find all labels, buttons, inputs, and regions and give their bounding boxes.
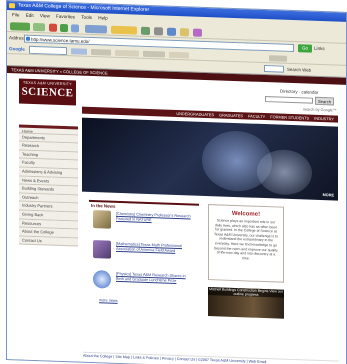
popup-blocker-icon[interactable] xyxy=(115,49,139,57)
forward-button-icon[interactable] xyxy=(33,22,45,32)
menu-view[interactable]: View xyxy=(40,13,50,18)
news-section: In the News [Chemistry] Chemistry Profes… xyxy=(89,199,199,304)
refresh-icon[interactable] xyxy=(60,23,68,33)
google-search-button-icon[interactable] xyxy=(71,48,87,55)
edit-icon[interactable] xyxy=(180,28,189,37)
sidebar-nav: Home Departments Research Teaching Facul… xyxy=(19,124,78,247)
news-thumbnail xyxy=(93,270,111,289)
building-caption[interactable]: Mitchell Buildings Construction Begins V… xyxy=(208,287,284,298)
mail-icon[interactable] xyxy=(154,27,163,36)
search-by-google: search by Google™ xyxy=(303,107,337,113)
pagerank-icon xyxy=(91,48,111,56)
news-item[interactable]: [Chemistry] Chemistry Professor's Resear… xyxy=(89,207,199,241)
search-icon[interactable] xyxy=(85,24,107,34)
messenger-icon[interactable] xyxy=(193,28,202,37)
more-news-link[interactable]: more news xyxy=(99,298,118,303)
menu-file[interactable]: File xyxy=(12,12,19,17)
news-link[interactable]: [Mathematics] Texas Math Professional As… xyxy=(116,242,192,254)
page-viewport: TEXAS A&M UNIVERSITY » COLLEGE OF SCIENC… xyxy=(7,65,347,364)
back-button-icon[interactable] xyxy=(10,22,30,31)
nav-graduates[interactable]: GRADUATES xyxy=(219,111,243,119)
go-button[interactable]: Go xyxy=(298,44,312,53)
menu-edit[interactable]: Edit xyxy=(26,13,34,18)
footer-links[interactable]: About the College | Site Map | Links & P… xyxy=(83,351,339,364)
links-label[interactable]: Links xyxy=(314,44,325,54)
stop-icon[interactable] xyxy=(49,23,57,32)
nav-undergraduates[interactable]: UNDERGRADUATES xyxy=(176,110,214,118)
print-icon[interactable] xyxy=(167,27,176,36)
menu-tools[interactable]: Tools xyxy=(81,15,92,20)
browser-window: Texas A&M College of Science - Microsoft… xyxy=(6,0,347,364)
menu-favorites[interactable]: Favorites xyxy=(56,14,75,20)
nav-former-students[interactable]: FORMER STUDENTS xyxy=(270,113,309,121)
college-logo[interactable]: TEXAS A&M UNIVERSITY SCIENCE xyxy=(19,78,76,106)
nav-industry[interactable]: INDUSTRY xyxy=(314,115,334,123)
hero-image[interactable]: MORE xyxy=(82,117,338,201)
news-item[interactable]: [Physics] Texas A&M Research Shares in B… xyxy=(89,267,199,301)
google-search-input[interactable] xyxy=(29,45,67,56)
spellcheck-icon[interactable] xyxy=(143,50,165,58)
site-search-button[interactable]: Search xyxy=(315,96,334,106)
search-web-label[interactable]: Search Web xyxy=(287,65,311,75)
news-thumbnail xyxy=(93,210,111,229)
news-link[interactable]: [Chemistry] Chemistry Professor's Resear… xyxy=(116,212,192,224)
history-icon[interactable] xyxy=(141,26,150,36)
welcome-box: Welcome! Science plays an important role… xyxy=(208,204,284,283)
search-web-input[interactable] xyxy=(264,65,284,73)
news-link[interactable]: [Physics] Texas A&M Research Shares in B… xyxy=(116,272,192,284)
news-thumbnail xyxy=(93,240,111,259)
favorites-icon[interactable] xyxy=(111,25,137,35)
screenshot-stage: Texas A&M College of Science - Microsoft… xyxy=(0,0,347,364)
news-item[interactable]: [Mathematics] Texas Math Professional As… xyxy=(89,237,199,271)
nav-faculty[interactable]: FACULTY xyxy=(248,112,265,120)
hero-light-secondary xyxy=(257,148,312,196)
directory-calendar-link[interactable]: Directory · calendar xyxy=(280,89,318,95)
building-construction-image[interactable]: Mitchell Buildings Construction Begins V… xyxy=(208,287,284,319)
hero-more-link[interactable]: MORE xyxy=(323,193,334,197)
menu-help[interactable]: Help xyxy=(98,15,107,20)
logo-science: SCIENCE xyxy=(21,85,74,100)
sidebar-item-contact[interactable]: Contact Us xyxy=(19,236,78,247)
ie-icon xyxy=(9,3,15,9)
settings-icon[interactable] xyxy=(269,55,287,62)
welcome-text: Science plays an important role in our d… xyxy=(214,218,278,261)
home-icon[interactable] xyxy=(71,24,79,33)
google-logo[interactable]: Google xyxy=(9,44,25,55)
site-search-input[interactable] xyxy=(265,96,313,104)
autofill-icon[interactable] xyxy=(169,51,189,59)
